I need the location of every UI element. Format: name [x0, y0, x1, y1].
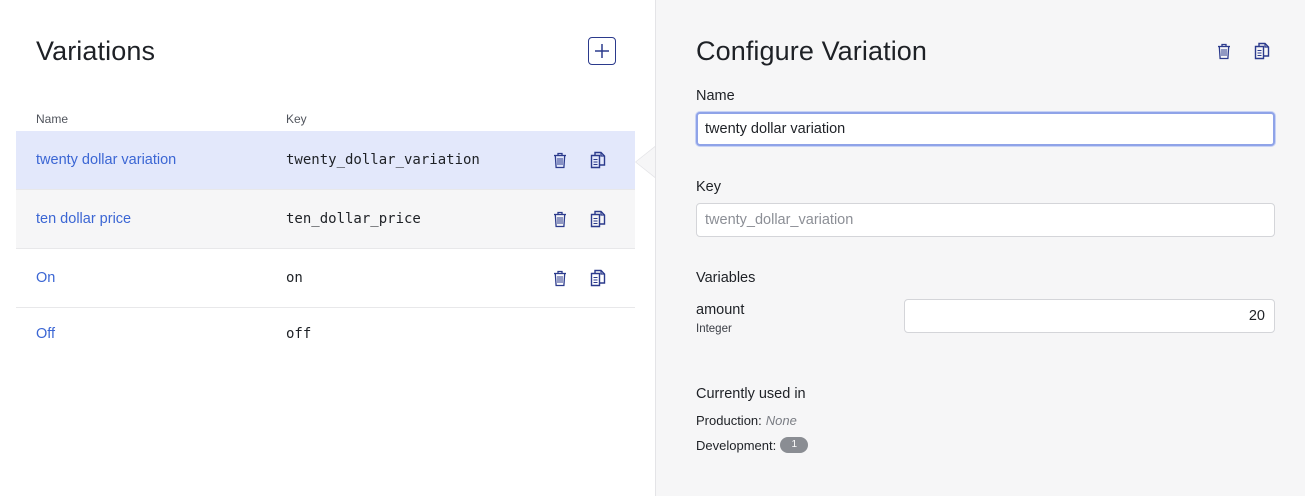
- trash-icon: [1218, 43, 1230, 59]
- trash-icon: [554, 152, 566, 168]
- usage-development: Development: 1: [696, 437, 809, 453]
- duplicate-variation-button[interactable]: [1253, 41, 1271, 61]
- table-row[interactable]: Off off: [16, 308, 635, 360]
- copy-icon: [1254, 42, 1270, 60]
- name-input[interactable]: [696, 112, 1275, 146]
- variation-key: ten_dollar_price: [286, 211, 421, 227]
- row-actions: [551, 268, 607, 288]
- variation-key: off: [286, 326, 312, 342]
- variables-label: Variables: [696, 270, 756, 286]
- production-value: None: [765, 413, 797, 428]
- duplicate-button[interactable]: [589, 150, 607, 170]
- add-variation-button[interactable]: [588, 37, 616, 65]
- development-label: Development:: [696, 437, 777, 453]
- variable-type: Integer: [696, 323, 732, 335]
- variation-name-link[interactable]: Off: [36, 326, 55, 342]
- usage-production: Production: None: [696, 413, 797, 428]
- copy-icon: [590, 210, 606, 228]
- variation-name-link[interactable]: twenty dollar variation: [36, 152, 176, 168]
- variation-key: on: [286, 270, 303, 286]
- column-header-name: Name: [36, 112, 69, 126]
- delete-button[interactable]: [551, 209, 569, 229]
- row-actions: [551, 209, 607, 229]
- variation-name-link[interactable]: On: [36, 270, 55, 286]
- trash-icon: [554, 270, 566, 286]
- development-count-badge[interactable]: 1: [780, 437, 809, 453]
- production-label: Production:: [696, 413, 762, 428]
- panel-actions: [1215, 41, 1271, 61]
- usage-title: Currently used in: [696, 386, 806, 402]
- variations-table: twenty dollar variation twenty_dollar_va…: [16, 131, 635, 360]
- key-label: Key: [696, 179, 721, 195]
- duplicate-button[interactable]: [589, 209, 607, 229]
- row-actions: [551, 150, 607, 170]
- variation-key: twenty_dollar_variation: [286, 152, 480, 168]
- plus-icon: [595, 44, 609, 58]
- name-label: Name: [696, 88, 735, 104]
- table-row[interactable]: On on: [16, 249, 635, 308]
- table-row[interactable]: twenty dollar variation twenty_dollar_va…: [16, 131, 635, 190]
- panel-title: Configure Variation: [696, 36, 928, 66]
- variable-value-input[interactable]: [904, 299, 1275, 333]
- variable-name: amount: [696, 302, 745, 318]
- delete-button[interactable]: [551, 268, 569, 288]
- configure-panel: Configure Variation Name Key Variables a…: [655, 0, 1305, 496]
- variations-panel: Variations Name Key twenty dollar variat…: [0, 0, 655, 496]
- copy-icon: [590, 151, 606, 169]
- table-row[interactable]: ten dollar price ten_dollar_price: [16, 190, 635, 249]
- delete-button[interactable]: [551, 150, 569, 170]
- selection-pointer: [636, 147, 655, 177]
- copy-icon: [590, 269, 606, 287]
- page-title: Variations: [36, 36, 156, 66]
- trash-icon: [554, 211, 566, 227]
- duplicate-button[interactable]: [589, 268, 607, 288]
- variation-name-link[interactable]: ten dollar price: [36, 211, 131, 227]
- key-input[interactable]: [696, 203, 1275, 237]
- column-header-key: Key: [286, 112, 307, 126]
- delete-variation-button[interactable]: [1215, 41, 1233, 61]
